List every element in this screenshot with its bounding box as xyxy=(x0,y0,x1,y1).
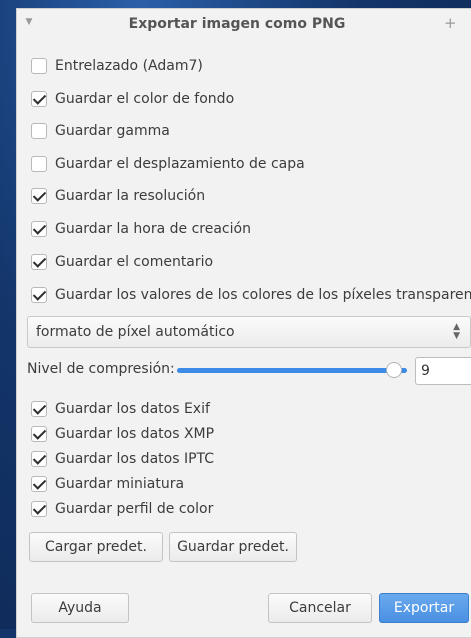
compression-label: Nivel de compresión: xyxy=(27,361,175,377)
checkbox[interactable] xyxy=(31,501,47,517)
option-label: Guardar miniatura xyxy=(55,476,185,492)
compression-slider-fill xyxy=(177,368,407,373)
checkbox[interactable] xyxy=(31,58,47,74)
option-label: Guardar perfil de color xyxy=(55,501,214,517)
option-label: Guardar los datos IPTC xyxy=(55,451,215,467)
checkbox[interactable] xyxy=(31,401,47,417)
checkbox[interactable] xyxy=(31,123,47,139)
compression-value: 9 xyxy=(421,363,430,379)
dialog-title: Exportar imagen como PNG xyxy=(128,16,346,32)
option-save-creation-time[interactable]: Guardar la hora de creación xyxy=(31,219,251,239)
option-label: Guardar gamma xyxy=(55,123,170,139)
option-save-gamma[interactable]: Guardar gamma xyxy=(31,121,170,141)
load-defaults-button[interactable]: Cargar predet. xyxy=(29,532,163,562)
option-label: Guardar el comentario xyxy=(55,254,214,270)
option-save-color-profile[interactable]: Guardar perfil de color xyxy=(31,499,213,519)
option-save-resolution[interactable]: Guardar la resolución xyxy=(31,186,205,206)
checkbox[interactable] xyxy=(31,476,47,492)
compression-slider[interactable] xyxy=(177,368,407,373)
compression-slider-handle[interactable] xyxy=(386,362,402,378)
option-label: Guardar los datos Exif xyxy=(55,401,210,417)
plus-icon[interactable]: + xyxy=(444,14,457,32)
option-save-background-color[interactable]: Guardar el color de fondo xyxy=(31,89,234,109)
option-label: Guardar los valores de los colores de lo… xyxy=(55,287,471,303)
option-save-comment[interactable]: Guardar el comentario xyxy=(31,252,213,272)
cancel-button[interactable]: Cancelar xyxy=(268,593,372,623)
save-defaults-button[interactable]: Guardar predet. xyxy=(169,532,297,562)
checkbox[interactable] xyxy=(31,156,47,172)
option-save-exif[interactable]: Guardar los datos Exif xyxy=(31,399,210,419)
option-save-xmp[interactable]: Guardar los datos XMP xyxy=(31,424,214,444)
option-save-thumbnail[interactable]: Guardar miniatura xyxy=(31,474,184,494)
checkbox[interactable] xyxy=(31,254,47,270)
option-label: Guardar el color de fondo xyxy=(55,91,235,107)
updown-arrows-icon: ▲ ▼ xyxy=(453,322,460,341)
option-label: Guardar la hora de creación xyxy=(55,221,251,237)
pixel-format-value: formato de píxel automático xyxy=(36,324,235,340)
checkbox[interactable] xyxy=(31,221,47,237)
pixel-format-select[interactable]: formato de píxel automático ▲ ▼ xyxy=(27,316,471,348)
checkbox[interactable] xyxy=(31,91,47,107)
help-button[interactable]: Ayuda xyxy=(31,593,129,623)
checkbox[interactable] xyxy=(31,188,47,204)
option-label: Guardar los datos XMP xyxy=(55,426,215,442)
checkbox[interactable] xyxy=(31,426,47,442)
option-interlace[interactable]: Entrelazado (Adam7) xyxy=(31,56,203,76)
checkbox[interactable] xyxy=(31,451,47,467)
export-button[interactable]: Exportar xyxy=(379,593,469,623)
export-png-dialog: ▼ Exportar imagen como PNG + Entrelazado… xyxy=(16,8,471,638)
option-save-iptc[interactable]: Guardar los datos IPTC xyxy=(31,449,214,469)
option-label: Guardar el desplazamiento de capa xyxy=(55,156,305,172)
checkbox[interactable] xyxy=(31,287,47,303)
compression-spinbox[interactable]: 9 xyxy=(415,357,471,385)
dialog-titlebar: ▼ Exportar imagen como PNG + xyxy=(17,9,471,39)
option-label: Entrelazado (Adam7) xyxy=(55,58,203,74)
option-label: Guardar la resolución xyxy=(55,188,206,204)
option-save-layer-offset[interactable]: Guardar el desplazamiento de capa xyxy=(31,154,305,174)
option-save-transparent-pixel-colors[interactable]: Guardar los valores de los colores de lo… xyxy=(31,285,471,305)
